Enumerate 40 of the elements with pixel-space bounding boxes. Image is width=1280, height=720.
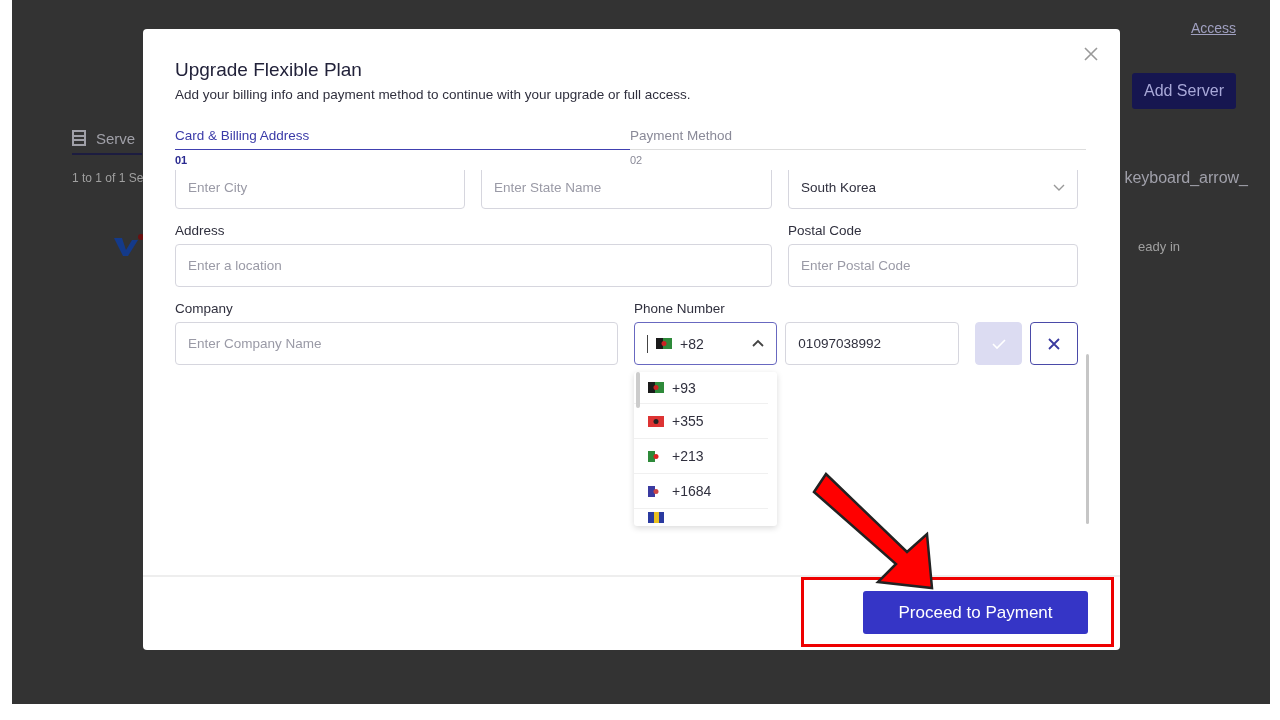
- flag-icon: [648, 512, 664, 523]
- step-tab[interactable]: Payment Method 02: [630, 128, 1086, 166]
- chevron-up-icon: [752, 339, 765, 348]
- field-label: Postal Code: [788, 223, 863, 238]
- state-field[interactable]: Enter State Name: [481, 170, 772, 209]
- dropdown-option[interactable]: +1684: [634, 474, 768, 509]
- row-count: 1 to 1 of 1 Se: [72, 171, 144, 185]
- dialog-title: Upgrade Flexible Plan: [175, 58, 363, 82]
- company-field[interactable]: Enter Company Name: [175, 322, 618, 365]
- field-label: Company: [175, 301, 234, 316]
- dropdown-option[interactable]: +355: [634, 404, 768, 439]
- flag-icon: [656, 338, 672, 349]
- address-field[interactable]: Enter a location: [175, 244, 772, 287]
- flag-icon: [648, 382, 664, 393]
- add-server-button[interactable]: Add Server: [1131, 73, 1236, 109]
- step-tab[interactable]: Card & Billing Address 01: [175, 128, 630, 166]
- phone-number-field[interactable]: 01097038992: [785, 322, 960, 365]
- flag-icon: [648, 415, 664, 427]
- servers-tab[interactable]: Serve: [72, 129, 142, 155]
- check-icon: [991, 337, 1006, 350]
- field-label: Address: [175, 223, 226, 238]
- icon-text: keyboard_arrow_: [1124, 169, 1248, 187]
- close-icon: [1048, 337, 1061, 350]
- scrollbar-thumb[interactable]: [636, 372, 640, 408]
- cancel-button[interactable]: [1030, 322, 1078, 365]
- dropdown-option[interactable]: +213: [634, 439, 768, 474]
- scrollbar-thumb[interactable]: [1086, 354, 1089, 524]
- dialog-subtitle: Add your billing info and payment method to continue with your upgrade or full access.: [175, 87, 692, 102]
- close-icon: [1084, 47, 1098, 61]
- postal-code-field[interactable]: Enter Postal Code: [788, 244, 1078, 287]
- list-icon: [72, 130, 86, 146]
- server-status: eady in: [1138, 238, 1180, 254]
- field-label: Phone Number: [634, 301, 726, 316]
- country-select[interactable]: South Korea: [788, 170, 1078, 209]
- city-field[interactable]: Enter City: [175, 170, 465, 209]
- country-code-select[interactable]: +82: [634, 322, 778, 365]
- chevron-down-icon: [1053, 183, 1065, 192]
- logo-icon: [112, 234, 145, 258]
- get-access-link[interactable]: Access: [1190, 20, 1236, 36]
- proceed-button[interactable]: Proceed to Payment: [863, 591, 1088, 634]
